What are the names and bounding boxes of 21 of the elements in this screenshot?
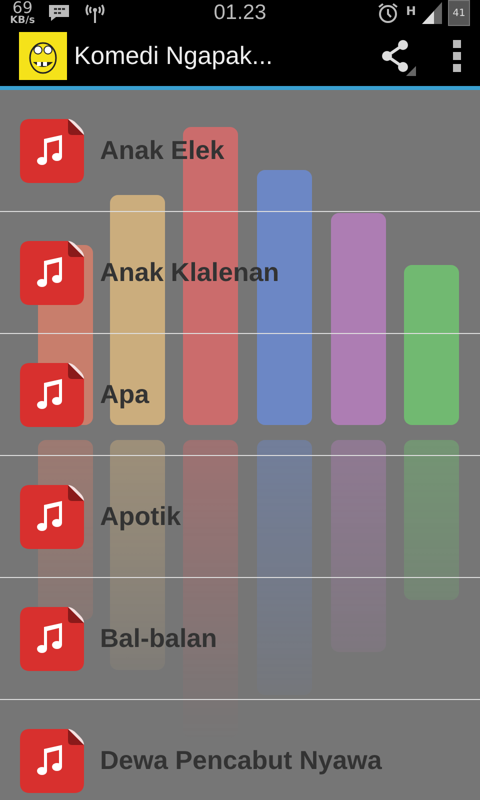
music-file-icon: [20, 606, 84, 670]
app-logo-icon: [19, 32, 67, 80]
song-title[interactable]: Dewa Pencabut Nyawa: [100, 745, 382, 776]
music-file-icon: [20, 118, 84, 182]
music-file-icon: [20, 240, 84, 304]
network-speed: 69: [12, 0, 33, 16]
chat-bubble-icon: [46, 3, 71, 23]
network-type: H: [406, 4, 416, 18]
song-title[interactable]: Apotik: [100, 501, 181, 532]
clock: 01.23: [214, 1, 266, 25]
app-title: Komedi Ngapak...: [74, 42, 274, 70]
music-file-icon: [20, 484, 84, 548]
music-file-icon: [20, 362, 84, 426]
speed-unit: KB/s: [10, 16, 35, 26]
signal-icon: [422, 2, 442, 24]
alarm-clock-icon: [376, 1, 400, 25]
overflow-menu-icon: [452, 40, 462, 72]
music-file-icon: [20, 728, 84, 792]
battery-icon: 41: [448, 0, 470, 26]
song-title[interactable]: Bal-balan: [100, 623, 218, 654]
hotspot-icon: [82, 2, 107, 24]
